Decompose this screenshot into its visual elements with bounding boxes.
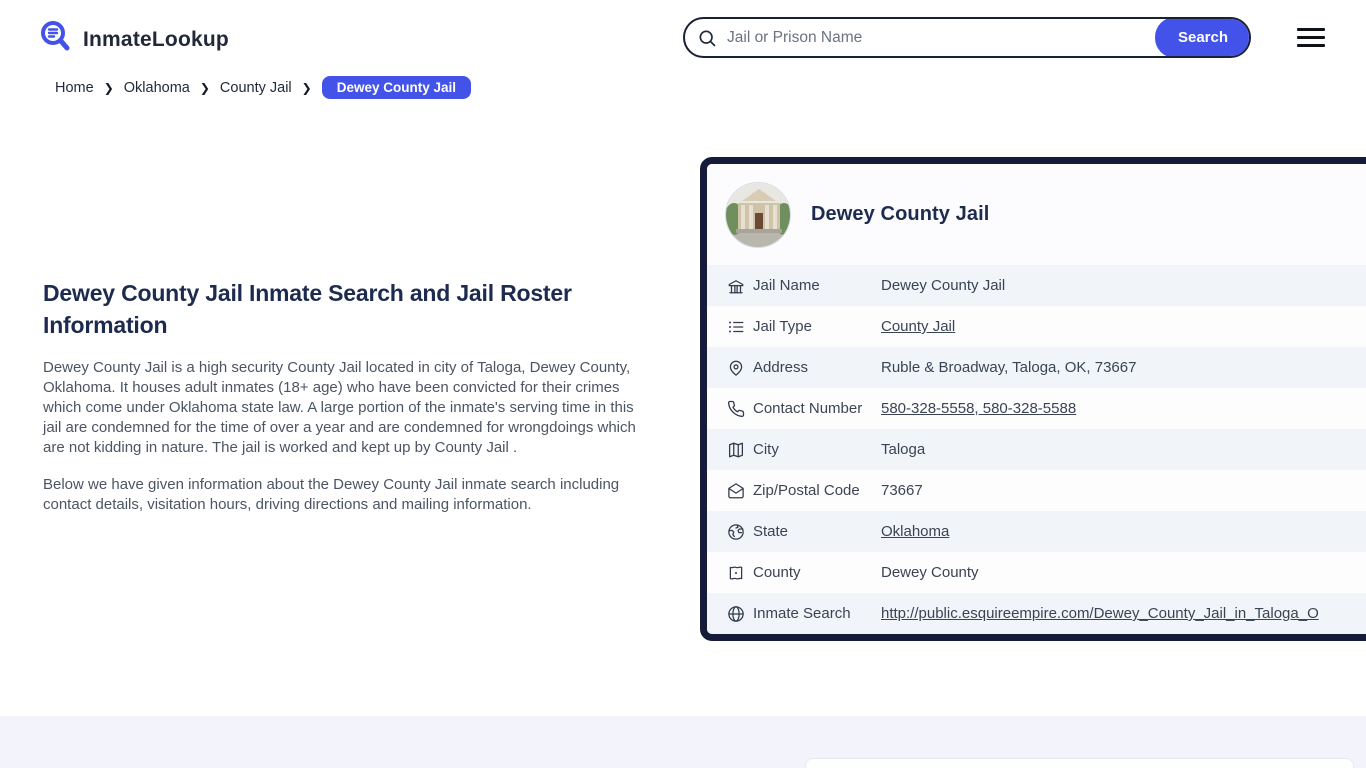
row-value: 73667 [881,482,923,499]
breadcrumb-current-badge: Dewey County Jail [321,76,471,99]
row-label: Contact Number [753,400,863,417]
row-label: Jail Name [753,277,820,294]
magnifier-logo-icon [38,19,74,60]
article: Dewey County Jail Inmate Search and Jail… [43,277,639,515]
row-label: Address [753,359,809,376]
search-button[interactable]: Search [1155,19,1249,56]
map-marker-icon [727,564,745,582]
chevron-right-icon: ❯ [199,81,210,95]
list-icon [727,318,745,336]
breadcrumb-home[interactable]: Home [55,80,94,96]
jail-type-link[interactable]: County Jail [881,318,955,335]
chevron-right-icon: ❯ [301,81,312,95]
bottom-card-edge [805,758,1354,768]
page: InmateLookup Search Home ❯ Oklahoma ❯ Co… [0,0,1366,768]
table-row-jail-type: Jail Type County Jail [707,306,1366,347]
search-icon [685,19,717,56]
hamburger-bar [1297,28,1325,31]
globe-icon [727,605,745,623]
row-value: Dewey County Jail [881,277,1006,294]
search-input[interactable] [717,19,1157,56]
breadcrumb-county-jail[interactable]: County Jail [220,80,292,96]
table-row-address: Address Ruble & Broadway, Taloga, OK, 73… [707,347,1366,388]
row-label: Inmate Search [753,605,851,622]
row-label: Jail Type [753,318,812,335]
map-icon [727,441,745,459]
phone-icon [727,400,745,418]
article-paragraph-2: Below we have given information about th… [43,476,620,513]
table-row-city: City Taloga [707,429,1366,470]
page-title: Dewey County Jail Inmate Search and Jail… [43,280,572,338]
earth-icon [727,523,745,541]
menu-hamburger-icon[interactable] [1297,28,1325,47]
table-row-contact-number: Contact Number 580-328-5558, 580-328-558… [707,388,1366,429]
row-label: City [753,441,779,458]
brand-logo[interactable]: InmateLookup [38,19,229,60]
jail-card-header: Dewey County Jail [707,164,1366,265]
row-label: Zip/Postal Code [753,482,860,499]
row-label: County [753,564,801,581]
contact-number-link[interactable]: 580-328-5558, 580-328-5588 [881,400,1076,417]
row-value: Taloga [881,441,926,458]
hamburger-bar [1297,36,1325,39]
jail-info-card: Dewey County Jail Jail Name Dewey County… [700,157,1366,641]
map-pin-icon [727,359,745,377]
row-value: Ruble & Broadway, Taloga, OK, 73667 [881,359,1137,376]
row-value: Dewey County [881,564,979,581]
jail-search-bar: Search [683,17,1251,58]
table-row-county: County Dewey County [707,552,1366,593]
table-row-jail-name: Jail Name Dewey County Jail [707,265,1366,306]
breadcrumb: Home ❯ Oklahoma ❯ County Jail ❯ Dewey Co… [55,76,471,99]
article-paragraph-1: Dewey County Jail is a high security Cou… [43,359,636,456]
table-row-inmate-search: Inmate Search http://public.esquireempir… [707,593,1366,634]
jail-card-title: Dewey County Jail [811,203,990,225]
table-row-state: State Oklahoma [707,511,1366,552]
chevron-right-icon: ❯ [103,81,114,95]
bank-icon [727,277,745,295]
jail-photo-avatar [725,181,791,248]
brand-name: InmateLookup [83,27,229,51]
breadcrumb-oklahoma[interactable]: Oklahoma [124,80,190,96]
mail-icon [727,482,745,500]
hamburger-bar [1297,44,1325,47]
state-link[interactable]: Oklahoma [881,523,949,540]
inmate-search-link[interactable]: http://public.esquireempire.com/Dewey_Co… [881,605,1319,622]
table-row-zip: Zip/Postal Code 73667 [707,470,1366,511]
row-label: State [753,523,789,540]
jail-details-table: Jail Name Dewey County Jail Jail Type Co… [707,265,1366,634]
